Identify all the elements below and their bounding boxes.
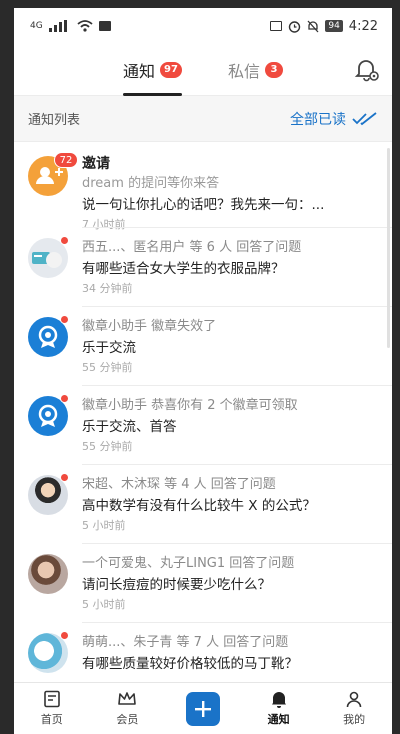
item-time <box>82 675 392 682</box>
list-item[interactable]: 萌萌...、朱子青 等 7 人 回答了问题 有哪些质量较好价格较低的马丁靴？ <box>14 623 392 682</box>
nav-notify[interactable]: 通知 <box>249 690 309 727</box>
item-content: 说一句让你扎心的话吧？我先来一句：... <box>82 197 325 213</box>
crown-icon <box>118 692 137 705</box>
unread-dot <box>60 631 69 640</box>
notification-settings-icon[interactable] <box>354 57 380 83</box>
bell-icon <box>271 692 286 708</box>
mark-all-read-label: 全部已读 <box>290 111 346 128</box>
list-item[interactable]: 徽章小助手 徽章失效了 乐于交流 55 分钟前 <box>14 307 392 386</box>
nav-me-label: 我的 <box>343 713 366 726</box>
home-doc-icon <box>43 690 60 708</box>
nav-home[interactable]: 首页 <box>22 690 82 727</box>
list-header: 通知列表 全部已读 <box>14 96 392 142</box>
unread-dot <box>60 394 69 403</box>
tab-notifications-badge: 97 <box>160 61 182 78</box>
double-check-icon <box>352 111 377 125</box>
list-scrollbar[interactable] <box>387 148 390 348</box>
item-title: 邀请 <box>82 156 110 172</box>
list-item[interactable]: 一个可爱鬼、丸子LING1 回答了问题 请问长痘痘的时候要少吃什么？ 5 小时前 <box>14 544 392 623</box>
wifi-icon <box>77 20 93 32</box>
user-icon <box>346 691 362 708</box>
item-title: 西五...、匿名用户 等 6 人 回答了问题 <box>82 240 302 255</box>
notification-list: 72 邀请 dream 的提问等你来答 说一句让你扎心的话吧？我先来一句：...… <box>14 142 392 682</box>
hd-icon <box>270 21 283 31</box>
list-title: 通知列表 <box>28 113 81 128</box>
nav-vip[interactable]: 会员 <box>97 690 157 727</box>
item-content: 高中数学有没有什么比较牛 X 的公式？ <box>82 498 316 514</box>
tab-notifications[interactable]: 通知 97 <box>117 44 188 96</box>
notification-square-icon <box>98 21 111 31</box>
add-button[interactable] <box>185 691 220 726</box>
list-item[interactable]: 西五...、匿名用户 等 6 人 回答了问题 有哪些适合女大学生的衣服品牌？ 3… <box>14 228 392 307</box>
clock: 4:22 <box>348 18 378 34</box>
item-title: 宋超、木沐琛 等 4 人 回答了问题 <box>82 477 276 492</box>
unread-dot <box>60 473 69 482</box>
item-title: 萌萌...、朱子青 等 7 人 回答了问题 <box>82 635 289 650</box>
tab-messages-badge: 3 <box>264 61 283 78</box>
unread-dot <box>60 315 69 324</box>
tab-messages[interactable]: 私信 3 <box>222 44 289 96</box>
item-time: 55 分钟前 <box>82 361 133 374</box>
unread-dot <box>60 236 69 245</box>
item-content: 有哪些适合女大学生的衣服品牌？ <box>82 261 285 277</box>
status-bar: 4G 94 4:22 <box>14 8 392 44</box>
nav-add[interactable] <box>173 691 233 726</box>
mute-icon <box>307 20 319 32</box>
item-content: 有哪些质量较好价格较低的马丁靴？ <box>82 656 298 672</box>
list-item[interactable]: 72 邀请 dream 的提问等你来答 说一句让你扎心的话吧？我先来一句：...… <box>14 142 392 231</box>
nav-home-label: 首页 <box>40 713 63 726</box>
network-label: 4G <box>30 21 43 31</box>
list-item[interactable]: 宋超、木沐琛 等 4 人 回答了问题 高中数学有没有什么比较牛 X 的公式？ 5… <box>14 465 392 544</box>
item-title: 一个可爱鬼、丸子LING1 回答了问题 <box>82 556 295 571</box>
mark-all-read-button[interactable]: 全部已读 <box>290 109 378 129</box>
plus-icon <box>194 700 211 717</box>
item-content: 请问长痘痘的时候要少吃什么？ <box>82 577 271 593</box>
item-title: 徽章小助手 恭喜你有 2 个徽章可领取 <box>82 398 298 413</box>
list-item[interactable]: 徽章小助手 恭喜你有 2 个徽章可领取 乐于交流、首答 55 分钟前 <box>14 386 392 465</box>
item-content: 乐于交流 <box>82 340 136 356</box>
app-screen: 4G 94 4:22 通知 97 私信 3 通知列表 全部已读 72 邀请 dr… <box>14 8 392 734</box>
battery-indicator: 94 <box>325 20 343 32</box>
item-title: 徽章小助手 徽章失效了 <box>82 319 217 334</box>
nav-vip-label: 会员 <box>116 713 139 726</box>
tab-notifications-label: 通知 <box>123 61 156 81</box>
user-avatar <box>28 554 68 594</box>
item-content: 乐于交流、首答 <box>82 419 177 435</box>
bottom-nav: 首页 会员 通知 我的 <box>14 682 392 734</box>
invite-count-badge: 72 <box>54 152 78 168</box>
item-time: 34 分钟前 <box>82 282 133 295</box>
tab-messages-label: 私信 <box>227 61 260 81</box>
item-time: 55 分钟前 <box>82 440 133 453</box>
item-time: 5 小时前 <box>82 519 126 532</box>
item-time: 5 小时前 <box>82 598 126 611</box>
nav-notify-label: 通知 <box>267 713 290 726</box>
item-subtitle: dream 的提问等你来答 <box>82 176 220 191</box>
signal-icon <box>48 20 67 32</box>
top-tab-bar: 通知 97 私信 3 <box>14 44 392 96</box>
nav-me[interactable]: 我的 <box>324 690 384 727</box>
alarm-icon <box>289 20 301 33</box>
